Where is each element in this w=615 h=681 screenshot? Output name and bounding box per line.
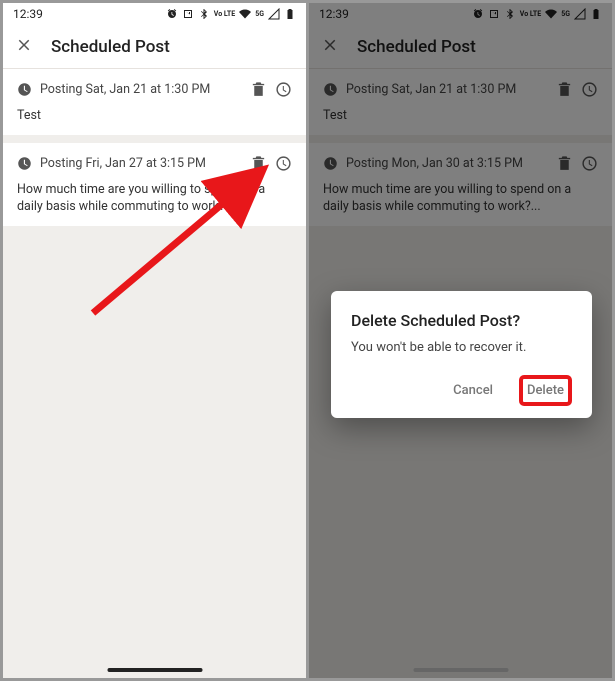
clock-outline-icon: [275, 81, 292, 98]
scheduled-post-item: Posting Sat, Jan 21 at 1:30 PM Test: [3, 69, 306, 135]
cancel-button[interactable]: Cancel: [445, 375, 501, 406]
close-button[interactable]: [321, 36, 339, 58]
reschedule-button[interactable]: [581, 81, 598, 98]
close-icon: [15, 36, 33, 54]
clock-glyph: [17, 156, 32, 171]
clock-outline-icon: [581, 155, 598, 172]
app-header: Scheduled Post: [309, 25, 612, 69]
clock-glyph: [323, 156, 338, 171]
bluetooth-icon: [504, 8, 516, 20]
post-content: How much time are you willing to spend o…: [309, 182, 612, 216]
status-bar: 12:39 Vo LTE 5G: [309, 3, 612, 25]
close-button[interactable]: [15, 36, 33, 58]
page-title: Scheduled Post: [51, 37, 170, 57]
reschedule-button[interactable]: [275, 81, 292, 98]
clock-solid-icon: [323, 156, 338, 171]
status-icons: Vo LTE 5G: [166, 8, 296, 20]
dialog-title: Delete Scheduled Post?: [351, 311, 572, 330]
signal-icon: [574, 8, 586, 20]
clock-outline-icon: [275, 155, 292, 172]
trash-icon: [250, 155, 267, 172]
clock-outline-icon: [581, 81, 598, 98]
clock-glyph: [323, 82, 338, 97]
reschedule-button[interactable]: [275, 155, 292, 172]
clock-solid-icon: [17, 82, 32, 97]
post-schedule-time: Posting Mon, Jan 30 at 3:15 PM: [346, 156, 548, 171]
delete-post-button[interactable]: [250, 155, 267, 172]
delete-confirmation-dialog: Delete Scheduled Post? You won't be able…: [331, 291, 592, 418]
signal-icon: [268, 8, 280, 20]
wifi-icon: [239, 8, 251, 20]
phone-screen-right: 12:39 Vo LTE 5G Scheduled Post Posting S…: [309, 3, 612, 678]
post-content: Test: [309, 108, 612, 125]
status-time: 12:39: [13, 7, 43, 21]
post-content: Test: [3, 108, 306, 125]
delete-confirm-button[interactable]: Delete: [519, 375, 572, 406]
alarm-icon: [166, 8, 178, 20]
scheduled-post-item: Posting Sat, Jan 21 at 1:30 PM Test: [309, 69, 612, 135]
app-header: Scheduled Post: [3, 25, 306, 69]
post-schedule-time: Posting Sat, Jan 21 at 1:30 PM: [346, 82, 548, 97]
volte-label: Vo LTE: [214, 10, 235, 18]
delete-post-button[interactable]: [556, 155, 573, 172]
battery-icon: [284, 8, 296, 20]
battery-icon: [590, 8, 602, 20]
status-icons: Vo LTE 5G: [472, 8, 602, 20]
alarm-icon: [472, 8, 484, 20]
nfc-icon: [182, 8, 194, 20]
reschedule-button[interactable]: [581, 155, 598, 172]
trash-icon: [556, 81, 573, 98]
delete-post-button[interactable]: [556, 81, 573, 98]
wifi-icon: [545, 8, 557, 20]
network-label: 5G: [561, 10, 570, 18]
clock-solid-icon: [17, 156, 32, 171]
post-content: How much time are you willing to spend o…: [3, 182, 306, 216]
close-icon: [321, 36, 339, 54]
home-indicator[interactable]: [413, 668, 508, 672]
status-bar: 12:39 Vo LTE 5G: [3, 3, 306, 25]
dialog-message: You won't be able to recover it.: [351, 340, 572, 355]
clock-glyph: [17, 82, 32, 97]
page-title: Scheduled Post: [357, 37, 476, 57]
volte-label: Vo LTE: [520, 10, 541, 18]
scheduled-post-item: Posting Mon, Jan 30 at 3:15 PM How much …: [309, 143, 612, 226]
nfc-icon: [488, 8, 500, 20]
network-label: 5G: [255, 10, 264, 18]
bluetooth-icon: [198, 8, 210, 20]
trash-icon: [556, 155, 573, 172]
trash-icon: [250, 81, 267, 98]
home-indicator[interactable]: [107, 668, 202, 672]
phone-screen-left: 12:39 Vo LTE 5G Scheduled Post Posting S…: [3, 3, 306, 678]
scheduled-post-item: Posting Fri, Jan 27 at 3:15 PM How much …: [3, 143, 306, 226]
delete-post-button[interactable]: [250, 81, 267, 98]
dialog-buttons: Cancel Delete: [351, 375, 572, 406]
post-schedule-time: Posting Fri, Jan 27 at 3:15 PM: [40, 156, 242, 171]
status-time: 12:39: [319, 7, 349, 21]
clock-solid-icon: [323, 82, 338, 97]
post-schedule-time: Posting Sat, Jan 21 at 1:30 PM: [40, 82, 242, 97]
